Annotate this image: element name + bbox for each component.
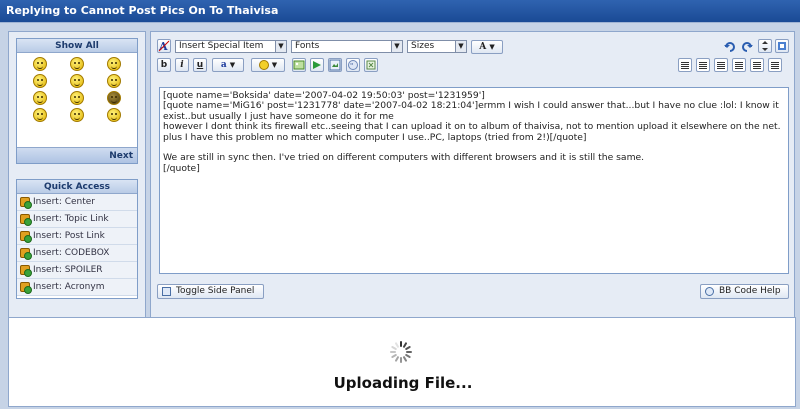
panel-icon: [162, 287, 171, 296]
sad-icon[interactable]: [32, 91, 47, 105]
chevron-down-icon: ▼: [271, 61, 278, 69]
align-right-icon[interactable]: [732, 58, 746, 72]
insert-icon: [20, 265, 32, 277]
upload-status-panel: Uploading File...: [8, 317, 796, 407]
svg-text:": ": [350, 62, 353, 70]
smile-icon[interactable]: [32, 57, 47, 71]
italic-button[interactable]: i: [175, 58, 189, 72]
image-icon[interactable]: [292, 58, 306, 72]
chevron-down-icon: ▼: [455, 41, 466, 52]
font-select[interactable]: Fonts ▼: [291, 40, 403, 53]
underline-button[interactable]: u: [193, 58, 207, 72]
emoticon-grid: [17, 53, 137, 122]
insert-image-icon[interactable]: [328, 58, 342, 72]
redo-icon[interactable]: [740, 39, 754, 53]
quick-access-item[interactable]: Insert: Center: [17, 194, 137, 211]
unordered-list-icon[interactable]: [768, 58, 782, 72]
undo-icon[interactable]: [723, 39, 737, 53]
chevron-down-icon: ▼: [489, 42, 495, 51]
chevron-down-icon: ▼: [391, 41, 402, 52]
special-item-select[interactable]: Insert Special Item ▼: [175, 40, 287, 53]
quick-access-header: Quick Access: [17, 180, 137, 194]
quick-access-item[interactable]: Insert: SPOILER: [17, 262, 137, 279]
quick-access-item[interactable]: Insert: CODEBOX: [17, 245, 137, 262]
chevron-down-icon: ▼: [229, 60, 236, 69]
emoticon-dropdown[interactable]: ▼: [251, 58, 285, 72]
quick-access-panel: Quick Access Insert: Center Insert: Topi…: [16, 179, 138, 299]
loading-spinner-icon: [389, 340, 413, 364]
emoticon-panel: Show All Next: [16, 38, 138, 164]
special-item-label: Insert Special Item: [179, 41, 264, 51]
bb-code-help-label: BB Code Help: [719, 286, 781, 296]
chevron-down-icon: ▼: [275, 41, 286, 52]
ninja-icon[interactable]: [107, 91, 122, 105]
media-icon[interactable]: [310, 58, 324, 72]
window-title: Replying to Cannot Post Pics On To Thaiv…: [0, 0, 800, 22]
show-all-button[interactable]: Show All: [17, 39, 137, 53]
text-color-dropdown[interactable]: a ▼: [212, 58, 244, 72]
quick-access-label: Insert: Topic Link: [33, 214, 109, 224]
happy-icon[interactable]: [107, 108, 122, 122]
quick-access-label: Insert: Acronym: [33, 282, 105, 292]
mad-icon[interactable]: [69, 91, 84, 105]
huh-icon[interactable]: [69, 74, 84, 88]
ordered-list-icon[interactable]: [750, 58, 764, 72]
upload-status-text: Uploading File...: [333, 374, 473, 392]
code-icon[interactable]: [364, 58, 378, 72]
quick-access-item[interactable]: Insert: Post Link: [17, 228, 137, 245]
insert-icon: [20, 248, 32, 260]
cool-icon[interactable]: [107, 74, 122, 88]
editor-panel: A Insert Special Item ▼ Fonts ▼ Sizes ▼ …: [150, 31, 795, 331]
editor-frame: Show All Next Quick Access Insert: Cente…: [0, 22, 800, 409]
insert-icon: [20, 197, 32, 209]
laugh-icon[interactable]: [107, 57, 122, 71]
font-color-dropdown[interactable]: A ▼: [471, 40, 503, 54]
quick-access-label: Insert: CODEBOX: [33, 248, 110, 258]
insert-icon: [20, 282, 32, 294]
toggle-side-panel-label: Toggle Side Panel: [176, 286, 255, 296]
quick-access-label: Insert: Post Link: [33, 231, 105, 241]
size-select[interactable]: Sizes ▼: [407, 40, 467, 53]
indent-icon[interactable]: [678, 58, 692, 72]
angry-icon[interactable]: [69, 57, 84, 71]
quick-access-label: Insert: SPOILER: [33, 265, 103, 275]
quick-access-item[interactable]: Insert: Acronym: [17, 279, 137, 296]
toggle-side-panel-button[interactable]: Toggle Side Panel: [157, 284, 264, 299]
align-left-icon[interactable]: [696, 58, 710, 72]
insert-icon: [20, 231, 32, 243]
help-icon: [705, 287, 714, 296]
next-button[interactable]: Next: [17, 147, 137, 163]
side-panel: Show All Next Quick Access Insert: Cente…: [8, 31, 146, 331]
font-color-label: A: [479, 42, 487, 52]
size-select-label: Sizes: [411, 41, 435, 51]
blush-icon[interactable]: [32, 108, 47, 122]
message-textarea[interactable]: [quote name='Boksida' date='2007-04-02 1…: [159, 87, 789, 274]
font-remove-icon[interactable]: A: [157, 39, 171, 53]
wink-icon[interactable]: [32, 74, 47, 88]
bold-button[interactable]: b: [157, 58, 171, 72]
smile-icon: [258, 59, 269, 70]
quick-access-item[interactable]: Insert: Topic Link: [17, 211, 137, 228]
switch-mode-icon[interactable]: [775, 39, 789, 53]
insert-icon: [20, 214, 32, 226]
quick-access-label: Insert: Center: [33, 197, 95, 207]
align-center-icon[interactable]: [714, 58, 728, 72]
font-select-label: Fonts: [295, 41, 320, 51]
bb-code-help-button[interactable]: BB Code Help: [700, 284, 789, 299]
quote-icon[interactable]: ": [346, 58, 360, 72]
biggrin-icon[interactable]: [69, 108, 84, 122]
resize-icon[interactable]: [758, 39, 772, 53]
text-color-label: a: [220, 60, 227, 70]
